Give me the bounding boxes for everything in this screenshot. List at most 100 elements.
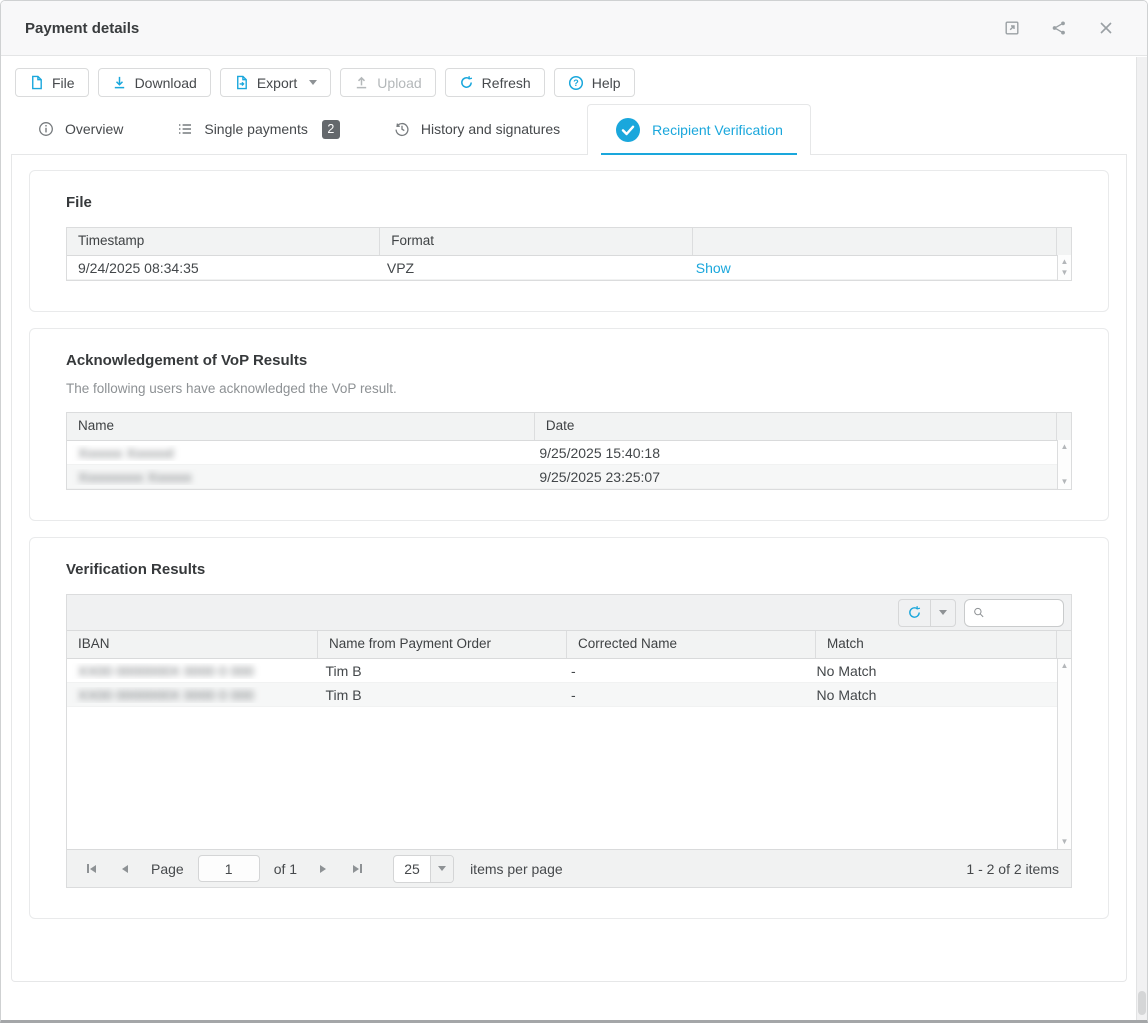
previous-page-button[interactable] [113,850,137,887]
help-icon: ? [568,75,584,91]
scroll-up-icon[interactable]: ▲ [1061,258,1069,266]
chevron-down-icon [939,610,947,615]
file-table-header: Timestamp Format [67,228,1071,256]
download-button-label: Download [135,75,197,91]
cell-corrected-name: - [560,663,806,679]
page-size-value: 25 [394,856,430,882]
export-file-icon [234,75,249,90]
verification-results-section: Verification Results [29,537,1109,919]
tab-history-and-signatures[interactable]: History and signatures [367,104,587,154]
cell-corrected-name: - [560,687,806,703]
share-icon [1051,20,1067,36]
column-header-action[interactable] [693,228,1057,255]
column-header-format[interactable]: Format [380,228,693,255]
items-per-page-label: items per page [470,861,563,877]
cell-format: VPZ [376,260,685,276]
file-button[interactable]: File [15,68,89,97]
cell-name-from-order: Tim B [315,687,561,703]
tab-overview[interactable]: Overview [11,104,150,154]
verification-row[interactable]: XX00 0000000X 0000 0 000 Tim B - No Matc… [67,683,1071,707]
header-scroll-spacer [1057,413,1071,440]
svg-text:?: ? [573,78,579,88]
popout-icon [1004,20,1020,36]
refresh-button-label: Refresh [482,75,531,91]
grid-search-input[interactable] [991,604,1055,622]
search-icon [973,605,985,620]
header-scroll-spacer [1057,228,1071,255]
cell-name-from-order: Tim B [315,663,561,679]
cell-match: No Match [806,687,1057,703]
page-of-label: of 1 [274,861,297,877]
check-circle-icon [615,117,641,143]
tab-single-payments-label: Single payments [204,121,308,137]
acknowledgement-table-header: Name Date [67,413,1071,441]
verification-table-scrollbar[interactable]: ▲ ▼ [1057,659,1071,849]
acknowledgement-section-title: Acknowledgement of VoP Results [66,352,1072,369]
file-table-row[interactable]: 9/24/2025 08:34:35 VPZ Show [67,256,1071,280]
chevron-down-icon [438,866,446,871]
column-header-name-from-order[interactable]: Name from Payment Order [318,631,567,658]
download-icon [112,75,127,90]
verification-row[interactable]: XX00 0000000X 0000 0 000 Tim B - No Matc… [67,659,1071,683]
last-page-icon [353,865,359,873]
previous-page-icon [122,865,128,873]
grid-refresh-button[interactable] [899,600,930,626]
popout-button[interactable] [1003,19,1021,37]
tab-single-payments[interactable]: Single payments 2 [150,104,367,154]
column-header-timestamp[interactable]: Timestamp [67,228,380,255]
file-icon [29,75,44,90]
grid-refresh-split-button [898,599,956,627]
scroll-down-icon[interactable]: ▼ [1061,478,1069,486]
tab-recipient-verification-label: Recipient Verification [652,122,783,138]
close-button[interactable] [1097,19,1115,37]
tab-recipient-verification[interactable]: Recipient Verification [587,104,811,155]
tab-overview-label: Overview [65,121,123,137]
tab-strip: Overview Single payments 2 History and s… [11,104,1127,155]
info-icon [38,121,54,137]
file-section-title: File [66,194,1072,211]
first-page-button[interactable] [79,850,103,887]
share-button[interactable] [1050,19,1068,37]
acknowledgement-section: Acknowledgement of VoP Results The follo… [29,328,1109,521]
column-header-match[interactable]: Match [816,631,1057,658]
refresh-icon [459,75,474,90]
export-button[interactable]: Export [220,68,331,97]
toolbar: File Download Export [1,56,1147,104]
cell-timestamp: 9/24/2025 08:34:35 [67,260,376,276]
redacted-iban: XX00 0000000X 0000 0 000 [78,663,254,679]
file-table-scrollbar[interactable]: ▲ ▼ [1057,255,1071,280]
tab-content: File Timestamp Format 9/24/2025 08:34:35… [11,155,1127,982]
single-payments-count-badge: 2 [322,120,340,139]
scroll-up-icon[interactable]: ▲ [1061,443,1069,451]
refresh-button[interactable]: Refresh [445,68,545,97]
next-page-button[interactable] [311,850,335,887]
download-button[interactable]: Download [98,68,211,97]
payment-details-window: Payment details [0,0,1148,1023]
acknowledgement-table-scrollbar[interactable]: ▲ ▼ [1057,440,1071,489]
scroll-down-icon[interactable]: ▼ [1061,269,1069,277]
page-scrollbar[interactable] [1136,57,1147,1020]
titlebar: Payment details [1,1,1147,56]
last-page-button[interactable] [345,850,369,887]
page-size-dropdown[interactable]: 25 [393,855,454,883]
show-link[interactable]: Show [696,260,731,276]
acknowledgement-row[interactable]: Xxxxxxxxx Xxxxxx 9/25/2025 23:25:07 [67,465,1071,489]
next-page-icon [320,865,326,873]
grid-refresh-dropdown-button[interactable] [930,600,955,626]
acknowledgement-row[interactable]: Xxxxxx Xxxxxxl 9/25/2025 15:40:18 [67,441,1071,465]
column-header-date[interactable]: Date [535,413,1057,440]
pager-range-info: 1 - 2 of 2 items [966,861,1059,877]
page-number-input[interactable] [198,855,260,882]
redacted-iban: XX00 0000000X 0000 0 000 [78,687,254,703]
column-header-name[interactable]: Name [67,413,535,440]
upload-button[interactable]: Upload [340,68,435,97]
scroll-down-icon[interactable]: ▼ [1061,838,1069,846]
grid-search-box [964,599,1064,627]
file-section: File Timestamp Format 9/24/2025 08:34:35… [29,170,1109,312]
page-scrollbar-thumb[interactable] [1138,991,1146,1015]
help-button[interactable]: ? Help [554,68,635,97]
scroll-up-icon[interactable]: ▲ [1061,662,1069,670]
column-header-corrected-name[interactable]: Corrected Name [567,631,816,658]
column-header-iban[interactable]: IBAN [67,631,318,658]
acknowledgement-subtitle: The following users have acknowledged th… [66,381,1072,396]
